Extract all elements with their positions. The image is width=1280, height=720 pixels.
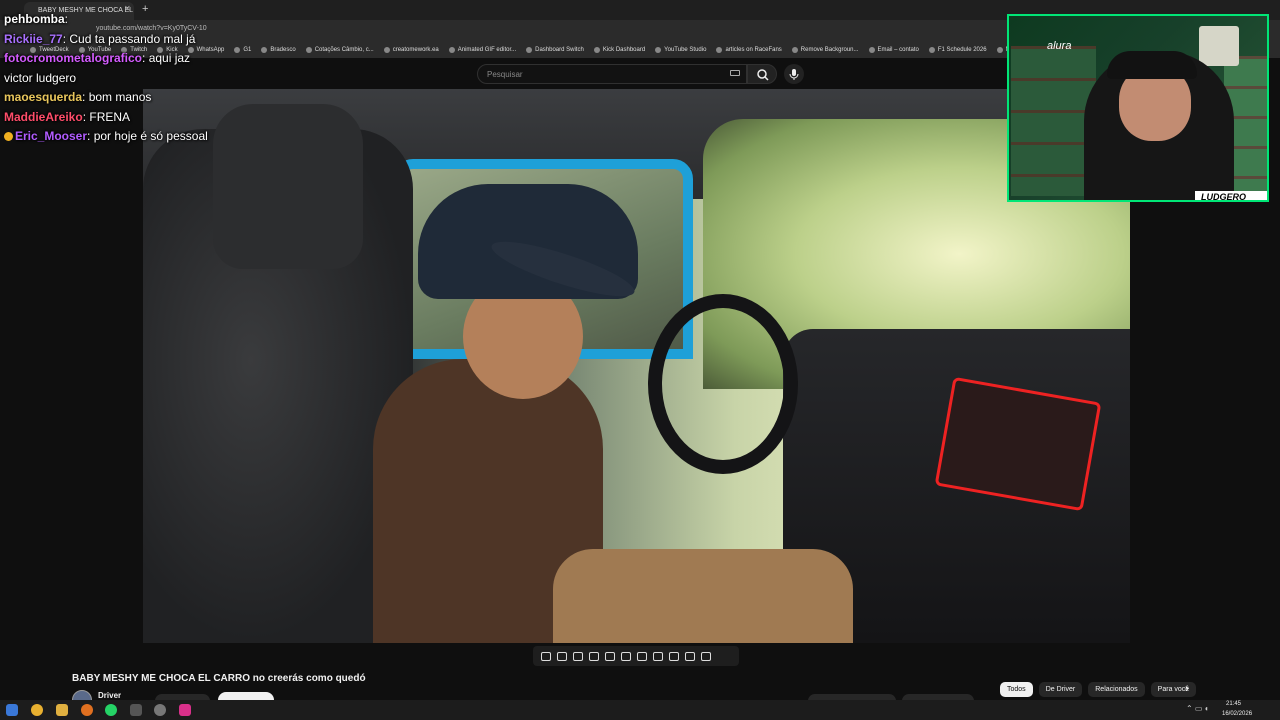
chat-username[interactable]: fotocromometalografico — [4, 51, 142, 65]
bookmark-icon — [261, 47, 268, 53]
chat-username[interactable]: MaddieAreiko — [4, 110, 83, 124]
bookmark-icon — [305, 47, 312, 53]
microphone-icon — [789, 69, 799, 80]
camera-icon[interactable] — [669, 651, 679, 661]
chat-colon: : — [64, 12, 69, 26]
chrome-icon[interactable] — [31, 704, 43, 716]
streamer-name-tag: LUDGERO — [1195, 191, 1267, 200]
cam-sponsor-label: alura — [1047, 40, 1072, 52]
filter-icon[interactable] — [685, 651, 695, 661]
bookmark-item[interactable]: Bradesco — [261, 47, 296, 53]
chat-text: por hoje é só pessoal — [93, 129, 208, 143]
chat-message: pehbomba: — [4, 10, 214, 30]
player-controls-bar — [533, 646, 739, 666]
pinned-app-icon[interactable] — [179, 704, 191, 716]
bookmark-item[interactable]: F1 Schedule 2026 — [928, 47, 987, 53]
audio-icon[interactable] — [557, 651, 567, 661]
chevron-right-icon[interactable]: › — [1185, 683, 1189, 695]
keyboard-icon[interactable] — [730, 70, 740, 76]
cam-monitor — [1199, 26, 1239, 66]
bookmark-item[interactable]: YouTube Studio — [655, 47, 706, 53]
bookmark-item[interactable]: creatomework.ea — [383, 47, 439, 53]
app-icon[interactable] — [81, 704, 93, 716]
chat-colon: : — [82, 90, 89, 104]
chip-0[interactable]: Todos — [1000, 682, 1033, 697]
calendar-icon[interactable] — [589, 651, 599, 661]
bookmark-icon — [716, 47, 723, 53]
bookmark-item[interactable]: Email – contato — [868, 47, 919, 53]
streaming-app-icon[interactable] — [130, 704, 142, 716]
chat-colon: : — [142, 51, 149, 65]
windows-taskbar — [0, 700, 1280, 720]
chat-text: FRENA — [89, 109, 131, 124]
steering-wheel — [648, 294, 798, 474]
chat-username[interactable]: Rickiie_77 — [4, 32, 63, 46]
whatsapp-icon[interactable] — [105, 704, 117, 716]
bookmark-icon — [655, 47, 662, 53]
chat-message: fotocromometalografico: aqui jaz victor … — [4, 49, 214, 88]
bookmark-icon — [928, 47, 935, 53]
start-icon[interactable] — [6, 704, 18, 716]
chat-text: bom manos — [88, 90, 152, 104]
system-tray-icons[interactable]: ⌃ ▭ ◐ — [1186, 704, 1210, 713]
bookmark-icon — [448, 47, 455, 53]
search-input[interactable]: Pesquisar — [477, 64, 747, 84]
bookmark-item[interactable]: articles on RaceFans — [716, 47, 782, 53]
chat-badge-icon — [4, 132, 13, 141]
bookmark-icon — [868, 47, 875, 53]
chat-username[interactable]: Eric_Mooser — [15, 129, 87, 143]
bookmark-icon — [234, 47, 241, 53]
bookmark-item[interactable]: Kick Dashboard — [593, 47, 645, 53]
video-title: BABY MESHY ME CHOCA EL CARRO no creerás … — [72, 673, 366, 684]
search-button[interactable] — [747, 64, 777, 84]
driver-pants — [553, 549, 853, 643]
loop-icon[interactable] — [541, 651, 551, 661]
settings-icon[interactable] — [701, 651, 711, 661]
webcam-overlay: alura LUDGERO — [1007, 14, 1269, 202]
video-player[interactable] — [143, 89, 1130, 643]
picture-in-picture-icon[interactable] — [605, 651, 615, 661]
bookmark-icon — [791, 47, 798, 53]
chat-message: maoesquerda: bom manos — [4, 88, 214, 108]
search-icon — [757, 69, 769, 81]
streamer-hat — [1107, 51, 1197, 79]
chip-2[interactable]: Relacionados — [1088, 682, 1145, 697]
bookmark-item[interactable]: Dashboard Switch — [526, 47, 584, 53]
bookmark-icon — [526, 47, 533, 53]
obs-icon[interactable] — [154, 704, 166, 716]
channel-name[interactable]: Driver — [98, 691, 121, 700]
bookmark-item[interactable]: Animated GIF editor... — [448, 47, 516, 53]
seat-headrest — [213, 104, 363, 269]
chat-username[interactable]: pehbomba — [4, 12, 65, 26]
chat-username[interactable]: maoesquerda — [4, 90, 82, 104]
clock-date[interactable]: 16/02/2026 — [1222, 711, 1252, 717]
chat-text: Cud ta passando mal já — [69, 31, 196, 46]
voice-search-button[interactable] — [784, 64, 804, 84]
clock-time[interactable]: 21:45 — [1226, 701, 1241, 707]
chat-message: Eric_Mooser: por hoje é só pessoal — [4, 127, 214, 147]
chip-3[interactable]: Para você — [1150, 682, 1197, 697]
bookmark-item[interactable]: Cotações Câmbio, c... — [305, 47, 374, 53]
related-chips: Todos De Driver Relacionados Para você — [1000, 682, 1197, 697]
screenshot-icon[interactable] — [573, 651, 583, 661]
bookmark-item[interactable]: Remove Backgroun... — [791, 47, 859, 53]
speed-icon[interactable] — [637, 651, 647, 661]
bookmark-item[interactable]: G1 — [234, 47, 251, 53]
chat-overlay: pehbomba: Rickiie_77: Cud ta passando ma… — [4, 10, 214, 147]
bookmark-icon — [593, 47, 600, 53]
bookmark-icon — [996, 47, 1003, 53]
chip-1[interactable]: De Driver — [1038, 682, 1083, 697]
theater-icon[interactable] — [621, 651, 631, 661]
chat-message: Rickiie_77: Cud ta passando mal já — [4, 30, 214, 50]
chat-colon: : — [87, 129, 94, 143]
file-explorer-icon[interactable] — [56, 704, 68, 716]
bookmark-icon — [383, 47, 390, 53]
chat-message: MaddieAreiko: FRENA — [4, 108, 214, 128]
add-icon[interactable] — [653, 651, 663, 661]
